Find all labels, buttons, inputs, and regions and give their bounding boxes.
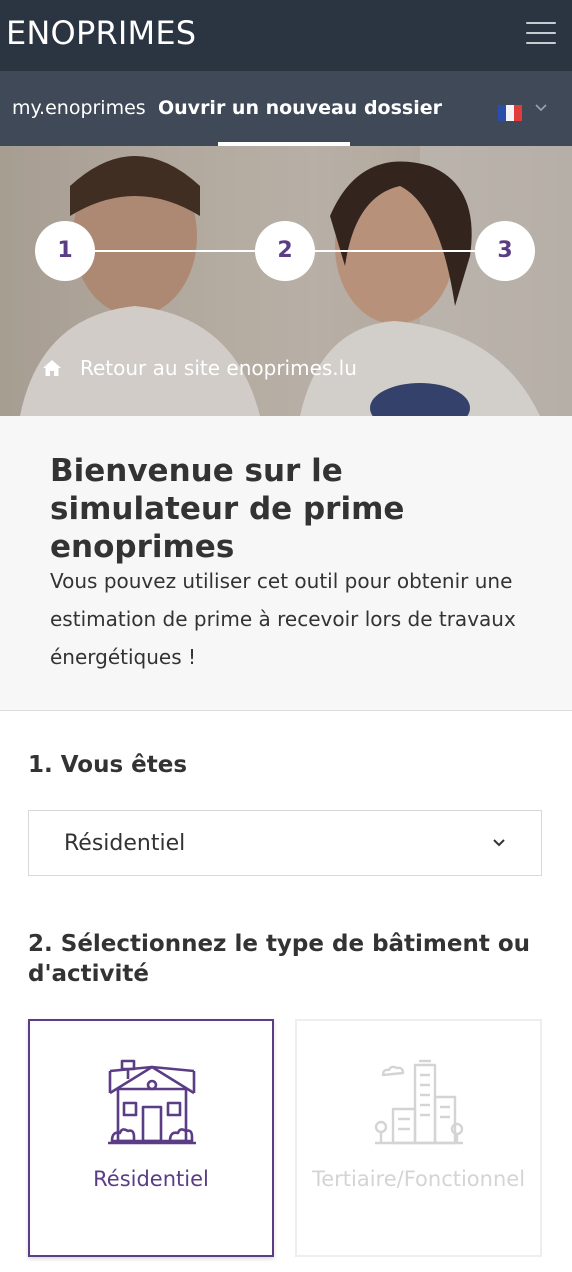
select-value: Résidentiel — [64, 831, 186, 856]
question-2-label: 2. Sélectionnez le type de bâtiment ou d… — [28, 931, 531, 987]
home-icon — [43, 360, 61, 376]
french-flag-icon[interactable] — [498, 105, 522, 121]
step-connector — [95, 250, 255, 252]
option-residential[interactable]: Résidentiel — [28, 1019, 274, 1257]
option-label: Résidentiel — [93, 1167, 209, 1191]
hero-banner: 1 2 3 Retour au site enoprimes.lu — [0, 146, 572, 416]
back-to-site-link[interactable]: Retour au site enoprimes.lu — [42, 356, 357, 380]
brand-logo[interactable]: ENOPRIMES — [6, 14, 196, 52]
chevron-down-icon[interactable] — [534, 101, 548, 115]
back-link-label: Retour au site enoprimes.lu — [80, 356, 357, 380]
question-1-label: 1. Vous êtes — [28, 752, 188, 778]
step-2: 2 — [255, 221, 315, 281]
hamburger-icon[interactable] — [526, 22, 556, 44]
chevron-down-icon — [493, 839, 505, 847]
step-1: 1 — [35, 221, 95, 281]
house-icon — [108, 1059, 196, 1145]
nav-bar: my.enoprimes Ouvrir un nouveau dossier — [0, 71, 572, 146]
nav-new-dossier[interactable]: Ouvrir un nouveau dossier — [158, 97, 442, 119]
intro-text: Vous pouvez utiliser cet outil pour obte… — [50, 569, 516, 669]
option-tertiary[interactable]: Tertiaire/Fonctionnel — [295, 1019, 542, 1257]
top-bar: ENOPRIMES — [0, 0, 572, 71]
step-connector — [315, 250, 475, 252]
office-building-icon — [374, 1059, 464, 1145]
customer-type-select[interactable]: Résidentiel — [28, 810, 542, 876]
step-3: 3 — [475, 221, 535, 281]
nav-my-enoprimes[interactable]: my.enoprimes — [12, 97, 146, 119]
page-title: Bienvenue sur le simulateur de prime eno… — [50, 453, 405, 565]
intro-section: Bienvenue sur le simulateur de prime eno… — [0, 416, 572, 711]
option-label: Tertiaire/Fonctionnel — [311, 1167, 526, 1191]
